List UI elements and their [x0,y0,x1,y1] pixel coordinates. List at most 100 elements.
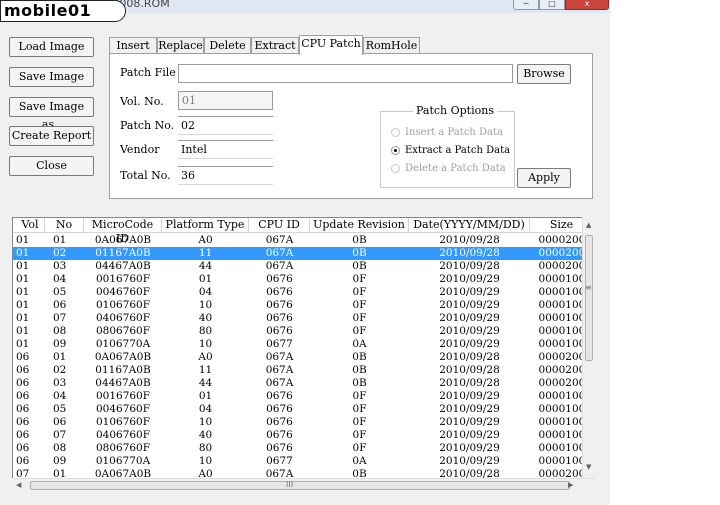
table-row[interactable]: 01 09 0106770A 10 0677 0A 2010/09/29 00001000 [13,338,594,351]
radio-delete-patch[interactable]: Delete a Patch Data [391,163,506,174]
tab-romhole[interactable]: RomHole [363,37,420,54]
vendor-label: Vendor [120,143,160,156]
table-cell: 11 [198,247,213,259]
maximize-button[interactable]: □ [539,0,565,10]
table-cell: 01167A0B [95,364,151,376]
vertical-scroll-thumb[interactable] [585,235,593,361]
table-cell: 04 [198,403,213,415]
table-row[interactable]: 01 02 01167A0B 11 067A 0B 2010/09/28 00002000 [13,247,594,260]
table-cell: 0A [352,455,367,467]
table-cell: 01 [16,325,30,337]
table-row[interactable]: 01 06 0106760F 10 0676 0F 2010/09/29 00001000 [13,299,594,312]
table-cell: 01 [16,273,30,285]
col-no[interactable]: No [45,218,84,233]
create-report-button[interactable]: Create Report [9,126,94,146]
table-cell: A0 [198,351,213,363]
apply-button[interactable]: Apply [517,168,571,188]
window-controls: ─ □ x [513,0,609,10]
total-no-label: Total No. [120,169,171,182]
col-date[interactable]: Date(YYYY/MM/DD) [409,218,530,233]
table-row[interactable]: 06 01 0A067A0B A0 067A 0B 2010/09/28 00002000 [13,351,594,364]
scroll-right-arrow[interactable]: ▶ [568,481,573,489]
col-cpu-id[interactable]: CPU ID [249,218,310,233]
table-cell: 40 [198,429,213,441]
table-cell: 01 [16,234,30,246]
watermark-logo: mobile01 [0,0,126,22]
table-cell: 06 [16,455,30,467]
horizontal-scroll-thumb[interactable] [30,481,570,490]
table-cell: 067A [265,247,294,259]
table-row[interactable]: 06 07 0406760F 40 0676 0F 2010/09/29 00001000 [13,429,594,442]
vertical-scrollbar[interactable]: ▲ ≡ ▼ [582,217,595,479]
scroll-up-arrow[interactable]: ▲ [586,221,591,229]
minimize-button[interactable]: ─ [513,0,539,10]
table-cell: A0 [198,234,213,246]
table-cell: 0046760F [95,286,151,298]
table-cell: 44 [198,377,213,389]
horizontal-scrollbar[interactable]: ◀ III ▶ [12,478,595,492]
close-button[interactable]: Close [9,156,94,176]
table-cell: 80 [198,325,213,337]
table-cell: 06 [53,299,67,311]
table-row[interactable]: 01 01 0A067A0B A0 067A 0B 2010/09/28 00002000 [13,234,594,247]
col-microcode-id[interactable]: MicroCode ID [84,218,162,245]
table-row[interactable]: 01 08 0806760F 80 0676 0F 2010/09/29 00001000 [13,325,594,338]
tab-insert[interactable]: Insert [109,37,157,54]
table-cell: 067A [265,260,294,272]
table-row[interactable]: 01 04 0016760F 01 0676 0F 2010/09/29 00001000 [13,273,594,286]
table-row[interactable]: 01 03 04467A0B 44 067A 0B 2010/09/28 00002000 [13,260,594,273]
table-cell: 0676 [266,312,293,324]
table-cell: 0A067A0B [94,234,152,246]
table-cell: 01 [53,234,67,246]
table-cell: 01 [16,247,30,259]
table-row[interactable]: 06 02 01167A0B 11 067A 0B 2010/09/28 00002000 [13,364,594,377]
tab-extract[interactable]: Extract [251,37,299,54]
window-close-button[interactable]: x [565,0,609,10]
table-cell: 0F [352,299,367,311]
col-update-revision[interactable]: Update Revision [310,218,409,233]
cpu-patch-panel: Patch File Browse Vol. No. 01 Patch No. … [109,53,593,199]
table-row[interactable]: 01 07 0406760F 40 0676 0F 2010/09/29 00001000 [13,312,594,325]
patch-file-input[interactable] [178,64,513,83]
table-cell: 0676 [266,429,293,441]
table-cell: 04 [53,273,67,285]
table-cell: 0B [352,364,367,376]
tab-delete[interactable]: Delete [204,37,251,54]
table-cell: 06 [53,416,67,428]
table-cell: 10 [198,299,213,311]
table-row[interactable]: 06 05 0046760F 04 0676 0F 2010/09/29 00001000 [13,403,594,416]
radio-insert-patch[interactable]: Insert a Patch Data [391,127,503,138]
col-platform-type[interactable]: Platform Type [162,218,249,233]
table-cell: 0106770A [95,455,151,467]
table-cell: 0676 [266,286,293,298]
scroll-left-arrow[interactable]: ◀ [16,481,21,489]
microcode-table[interactable]: Vol No MicroCode ID Platform Type CPU ID… [12,217,595,492]
table-cell: 0677 [266,338,293,350]
load-image-button[interactable]: Load Image [9,37,94,57]
table-row[interactable]: 06 08 0806760F 80 0676 0F 2010/09/29 00001000 [13,442,594,455]
save-image-as-button[interactable]: Save Image as.. [9,97,94,131]
browse-button[interactable]: Browse [517,64,571,84]
vol-no-label: Vol. No. [120,95,164,108]
table-cell: 0676 [266,325,293,337]
tab-cpu-patch[interactable]: CPU Patch [299,35,363,55]
scroll-down-arrow[interactable]: ▼ [586,463,591,471]
table-row[interactable]: 06 09 0106770A 10 0677 0A 2010/09/29 00001000 [13,455,594,468]
table-cell: 09 [53,338,67,350]
table-cell: 06 [16,351,30,363]
table-cell: 0106760F [95,416,151,428]
table-cell: 0677 [266,455,293,467]
table-cell: 2010/09/28 [439,260,500,272]
patch-options-group: Patch Options Insert a Patch Data Extrac… [380,104,515,188]
table-row[interactable]: 01 05 0046760F 04 0676 0F 2010/09/29 00001000 [13,286,594,299]
radio-extract-patch[interactable]: Extract a Patch Data [391,145,510,156]
table-row[interactable]: 06 03 04467A0B 44 067A 0B 2010/09/28 00002000 [13,377,594,390]
save-image-button[interactable]: Save Image [9,67,94,87]
tab-replace[interactable]: Replace [157,37,204,54]
table-cell: 0F [352,312,367,324]
radio-delete-label: Delete a Patch Data [405,163,506,174]
table-row[interactable]: 06 04 0016760F 01 0676 0F 2010/09/29 00001000 [13,390,594,403]
col-vol[interactable]: Vol [13,218,45,233]
table-cell: 0676 [266,442,293,454]
table-row[interactable]: 06 06 0106760F 10 0676 0F 2010/09/29 00001000 [13,416,594,429]
